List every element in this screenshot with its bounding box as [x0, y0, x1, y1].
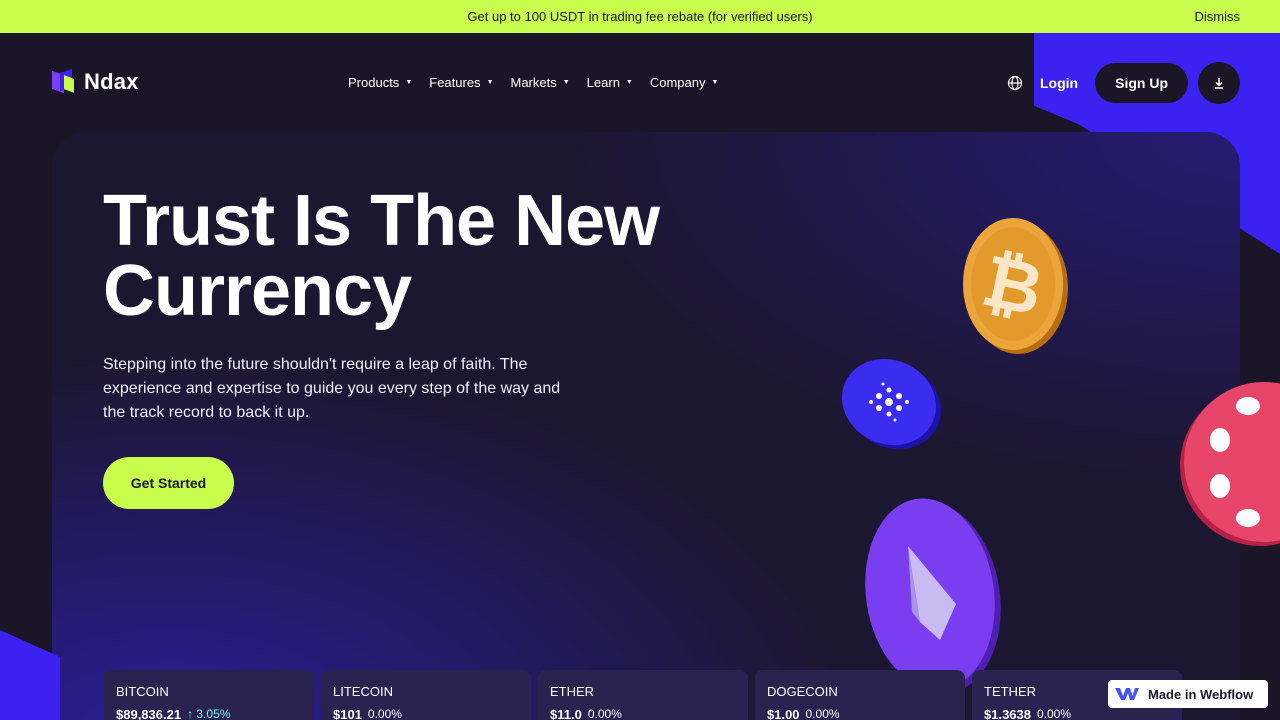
- ticker-price: $11.0: [550, 707, 582, 720]
- cardano-coin-icon: [842, 358, 941, 450]
- made-in-webflow-badge[interactable]: Made in Webflow: [1108, 680, 1268, 708]
- globe-icon[interactable]: [1007, 75, 1023, 91]
- promo-banner: Get up to 100 USDT in trading fee rebate…: [0, 0, 1280, 33]
- ticker-price-row: $89,836.21 ↑ 3.05%: [116, 707, 302, 720]
- ticker-change: 0.00%: [587, 707, 622, 720]
- download-icon: [1215, 78, 1223, 89]
- nav-actions: Login Sign Up: [1007, 62, 1240, 104]
- ndax-logo-icon: [52, 68, 76, 95]
- menu-markets[interactable]: Markets ▼: [511, 75, 570, 90]
- ticker-price: $89,836.21: [116, 707, 182, 720]
- caret-down-icon: ▼: [405, 79, 413, 86]
- menu-company[interactable]: Company ▼: [650, 75, 719, 90]
- login-button[interactable]: Login: [1040, 75, 1078, 91]
- menu-label: Company: [649, 75, 706, 90]
- ticker-price-row: $1.00 0.00%: [767, 707, 953, 720]
- ticker-name: LITECOIN: [333, 684, 393, 699]
- dismiss-button[interactable]: Dismiss: [1195, 9, 1241, 24]
- ticker-change: 0.00%: [805, 707, 840, 720]
- menu-products[interactable]: Products ▼: [348, 75, 412, 90]
- ticker-card[interactable]: BITCOIN $89,836.21 ↑ 3.05%: [104, 670, 314, 720]
- ethereum-coin-icon: [865, 498, 1001, 694]
- caret-down-icon: ▼: [711, 79, 719, 86]
- ticker-change: ↑ 3.05%: [187, 707, 231, 720]
- ticker-name: BITCOIN: [116, 684, 169, 699]
- caret-down-icon: ▼: [625, 79, 633, 86]
- caret-down-icon: ▼: [486, 79, 494, 86]
- top-nav: Ndax Products ▼ Features ▼ Markets ▼ Learn ▼…: [0, 33, 1280, 131]
- promo-text: Get up to 100 USDT in trading fee rebate…: [467, 9, 813, 24]
- get-started-button[interactable]: Get Started: [103, 457, 234, 509]
- menu-label: Learn: [586, 75, 620, 90]
- ticker-change: 0.00%: [367, 707, 402, 720]
- ticker-card[interactable]: ETHER $11.0 0.00%: [538, 670, 748, 720]
- hero-headline: Trust Is The New Currency: [103, 181, 660, 331]
- brand-name: Ndax: [84, 69, 139, 94]
- download-button[interactable]: [1198, 62, 1240, 104]
- ticker-name: ETHER: [550, 684, 595, 699]
- ticker-price-row: $101 0.00%: [333, 707, 519, 720]
- ticker-change: 0.00%: [1037, 707, 1072, 720]
- webflow-logo-icon: [1115, 688, 1139, 700]
- signup-button[interactable]: Sign Up: [1095, 63, 1188, 103]
- ticker-card[interactable]: DOGECOIN $1.00 0.00%: [755, 670, 965, 720]
- ticker-name: DOGECOIN: [767, 684, 838, 699]
- bitcoin-coin-icon: ₿: [963, 218, 1068, 354]
- polkadot-coin-icon: [1180, 382, 1280, 546]
- logo[interactable]: Ndax: [52, 68, 139, 95]
- main-menu: Products ▼ Features ▼ Markets ▼ Learn ▼ Comp…: [348, 75, 735, 90]
- ticker-price: $1.00: [767, 707, 800, 720]
- ticker-price: $1.3638: [984, 707, 1031, 720]
- ticker-price-row: $11.0 0.00%: [550, 707, 736, 720]
- menu-learn[interactable]: Learn ▼: [587, 75, 633, 90]
- ticker-price: $101: [333, 707, 362, 720]
- caret-down-icon: ▼: [562, 79, 570, 86]
- menu-label: Features: [429, 75, 481, 90]
- menu-label: Products: [348, 75, 400, 90]
- ticker-price-row: $1.3638 0.00%: [984, 707, 1170, 720]
- decorative-shape: [0, 630, 60, 720]
- ticker-card[interactable]: LITECOIN $101 0.00%: [321, 670, 531, 720]
- menu-features[interactable]: Features ▼: [429, 75, 493, 90]
- badge-text: Made in Webflow: [1148, 686, 1254, 702]
- menu-label: Markets: [510, 75, 557, 90]
- hero-subtext: Stepping into the future shouldn't requi…: [103, 356, 561, 421]
